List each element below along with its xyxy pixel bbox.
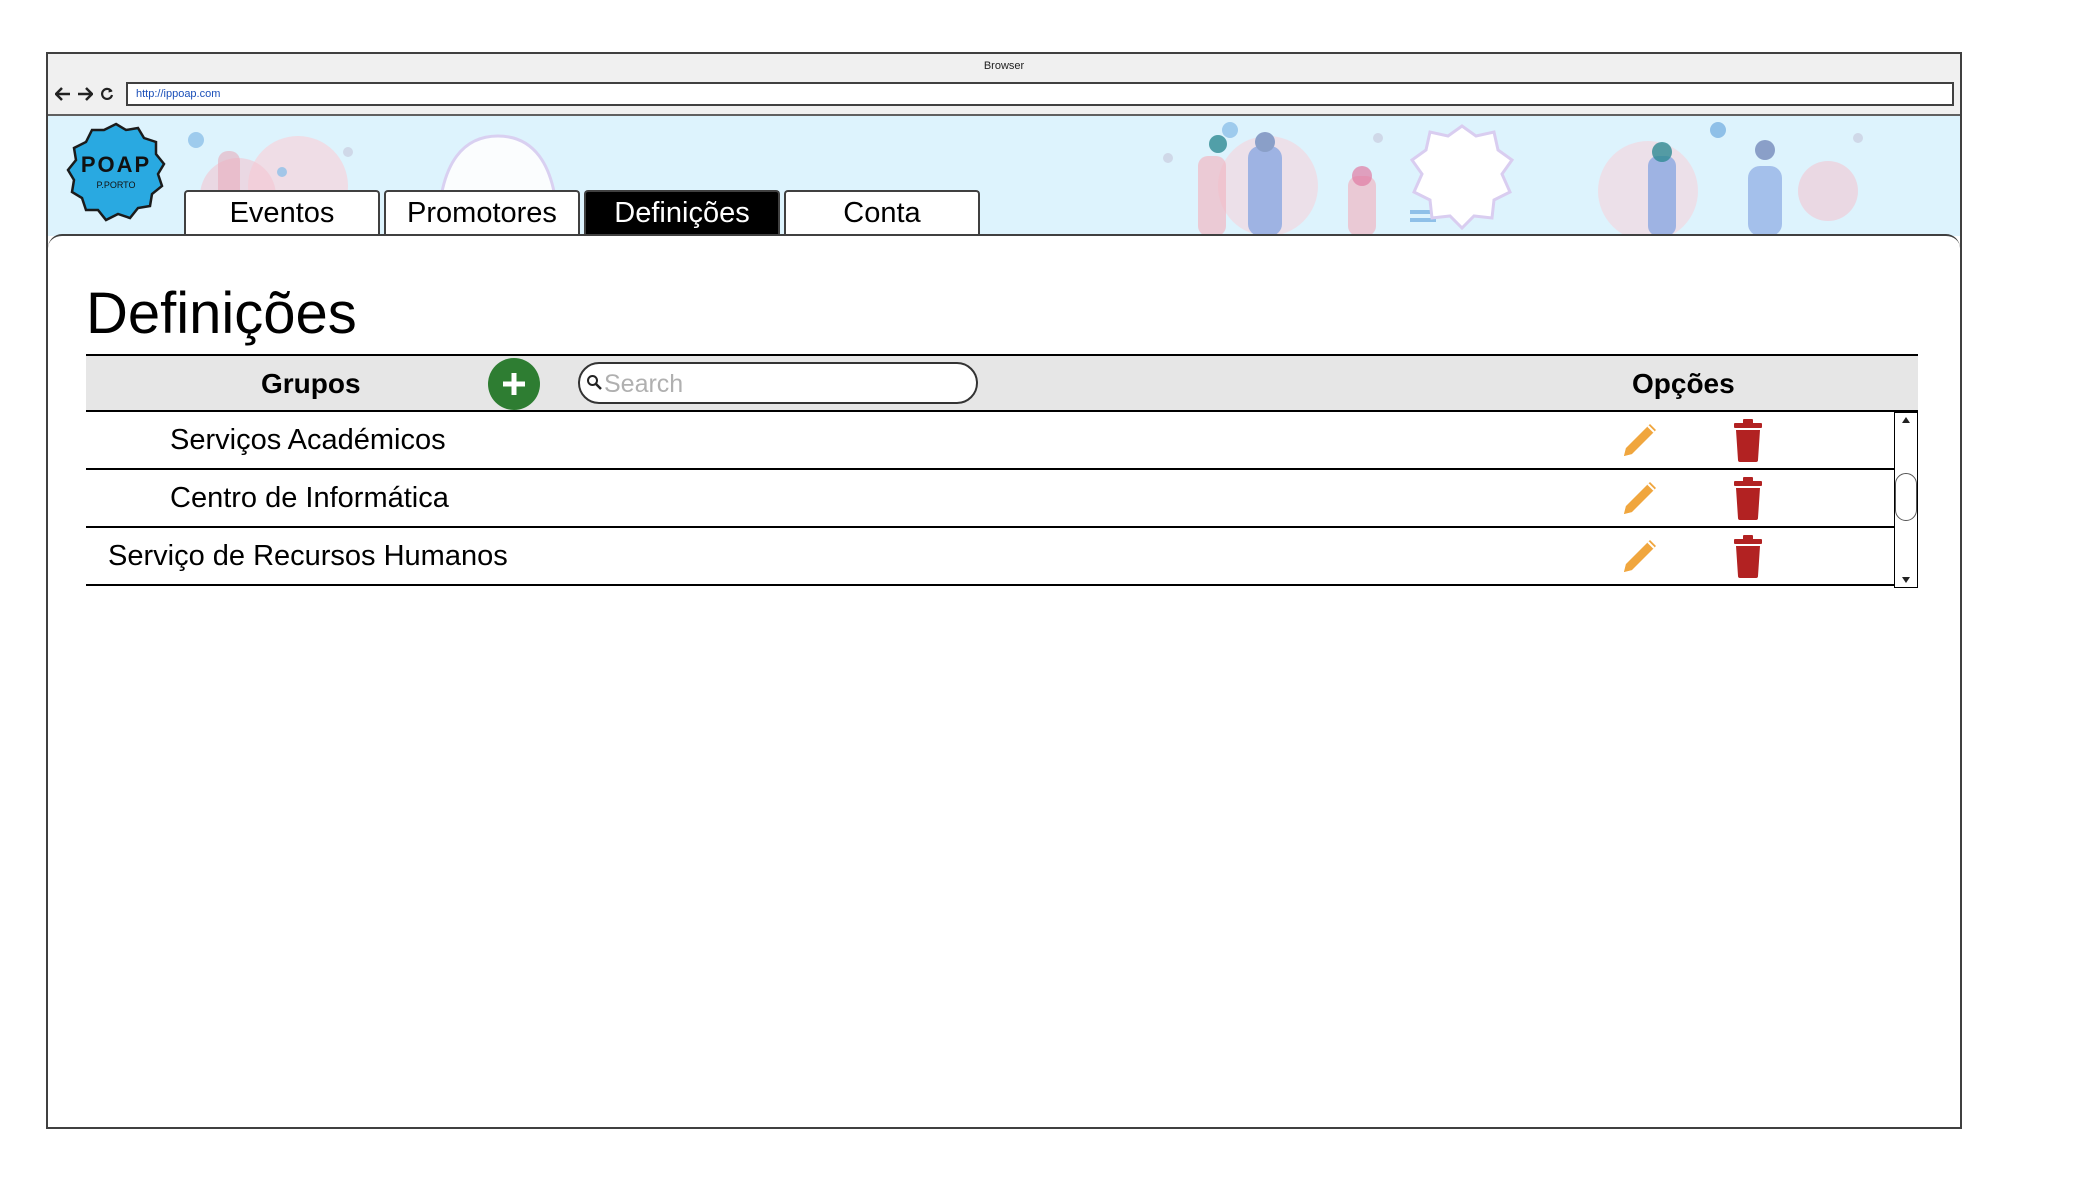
- scroll-up-arrow-icon[interactable]: [1895, 413, 1917, 427]
- forward-arrow-icon[interactable]: [76, 84, 94, 104]
- group-name: Serviço de Recursos Humanos: [108, 540, 508, 572]
- group-name: Centro de Informática: [170, 482, 449, 514]
- tab-conta[interactable]: Conta: [784, 190, 980, 234]
- options-column-header: Opções: [1632, 368, 1735, 399]
- back-arrow-icon[interactable]: [54, 84, 72, 104]
- table-row: Centro de Informática: [86, 470, 1894, 528]
- tab-definicoes[interactable]: Definições: [584, 190, 780, 234]
- search-input[interactable]: [602, 368, 966, 400]
- table-row: Serviços Académicos: [86, 412, 1894, 470]
- url-bar[interactable]: http://ippoap.com: [126, 82, 1954, 106]
- plus-icon: [503, 373, 525, 395]
- scroll-down-arrow-icon[interactable]: [1895, 573, 1917, 587]
- edit-pencil-icon[interactable]: [1616, 416, 1662, 467]
- logo-text: POAP: [80, 152, 152, 177]
- browser-title: Browser: [983, 60, 1025, 72]
- search-box: [578, 362, 978, 404]
- page-title: Definições: [86, 281, 357, 346]
- poap-logo[interactable]: POAP P.PORTO: [66, 122, 166, 227]
- browser-window: Browser http://ippoap.com POAP P.PORTO E…: [46, 52, 1962, 1129]
- groups-column-header: Grupos: [261, 368, 361, 399]
- table-scrollbar[interactable]: [1894, 412, 1918, 588]
- table-header: Grupos Opções: [86, 354, 1918, 412]
- group-name: Serviços Académicos: [170, 424, 446, 456]
- browser-nav: [54, 84, 116, 104]
- reload-icon[interactable]: [98, 84, 116, 104]
- edit-pencil-icon[interactable]: [1616, 532, 1662, 583]
- tab-eventos[interactable]: Eventos: [184, 190, 380, 234]
- logo-subtext: P.PORTO: [96, 180, 136, 190]
- edit-pencil-icon[interactable]: [1616, 474, 1662, 525]
- scrollbar-thumb[interactable]: [1895, 473, 1917, 521]
- browser-titlebar: Browser http://ippoap.com: [48, 54, 1960, 116]
- main-tabs: Eventos Promotores Definições Conta: [184, 190, 984, 236]
- add-group-button[interactable]: [488, 358, 540, 410]
- trash-icon[interactable]: [1732, 534, 1764, 583]
- trash-icon[interactable]: [1732, 476, 1764, 525]
- tab-promotores[interactable]: Promotores: [384, 190, 580, 234]
- search-icon: [586, 374, 602, 395]
- main-content: Definições Grupos Opções Serviços Académ…: [48, 234, 1960, 1127]
- table-row: Serviço de Recursos Humanos: [86, 528, 1894, 586]
- trash-icon[interactable]: [1732, 418, 1764, 467]
